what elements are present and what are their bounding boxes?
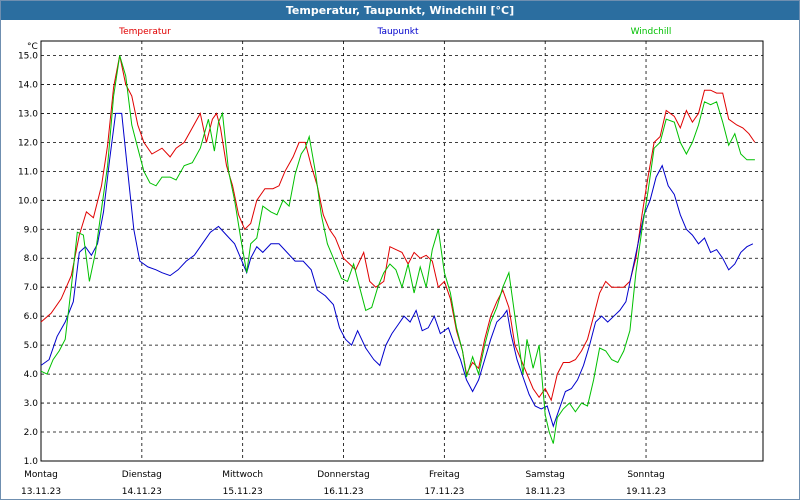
chart-window: Temperatur, Taupunkt, Windchill [°C] 1.0… xyxy=(0,0,800,500)
y-tick-label: 11.0 xyxy=(18,167,38,177)
plot-area xyxy=(40,40,764,462)
y-tick-label: 7.0 xyxy=(24,283,39,293)
legend-windchill: Windchill xyxy=(631,27,672,37)
x-tick-day: Freitag xyxy=(429,470,460,480)
x-tick-date: 19.11.23 xyxy=(626,487,666,497)
y-tick-label: 6.0 xyxy=(24,312,39,322)
y-tick-label: 15.0 xyxy=(18,51,38,61)
y-tick-label: 2.0 xyxy=(24,428,39,438)
y-tick-label: 3.0 xyxy=(24,399,39,409)
y-tick-label: 8.0 xyxy=(24,254,39,264)
x-tick-date: 14.11.23 xyxy=(122,487,162,497)
x-tick-date: 13.11.23 xyxy=(21,487,61,497)
x-axis-ticks: Montag 13.11.23 Dienstag 14.11.23 Mittwoch 15… xyxy=(21,470,666,497)
x-tick-date: 18.11.23 xyxy=(525,487,565,497)
x-tick-day: Mittwoch xyxy=(222,470,263,480)
y-axis-ticks: 1.0 2.0 3.0 4.0 5.0 6.0 7.0 8.0 9.0 10.0 11.0 12.0 1… xyxy=(18,51,38,467)
y-axis-label: °C xyxy=(27,42,38,52)
legend-taupunkt: Taupunkt xyxy=(376,27,419,37)
y-tick-label: 14.0 xyxy=(18,80,38,90)
y-tick-label: 10.0 xyxy=(18,196,38,206)
x-tick-day: Donnerstag xyxy=(317,470,370,480)
legend-temperatur: Temperatur xyxy=(118,27,171,37)
legend: Temperatur Taupunkt Windchill xyxy=(118,27,671,37)
y-tick-label: 9.0 xyxy=(24,225,39,235)
chart-plot: 1.0 2.0 3.0 4.0 5.0 6.0 7.0 8.0 9.0 10.0 11.0 12.0 1… xyxy=(18,27,764,497)
x-tick-day: Samstag xyxy=(525,470,564,480)
x-tick-date: 17.11.23 xyxy=(424,487,464,497)
y-tick-label: 12.0 xyxy=(18,138,38,148)
y-tick-label: 1.0 xyxy=(24,457,39,467)
x-tick-date: 16.11.23 xyxy=(323,487,363,497)
x-tick-day: Sonntag xyxy=(627,470,664,480)
x-tick-day: Dienstag xyxy=(122,470,162,480)
x-tick-date: 15.11.23 xyxy=(223,487,263,497)
y-tick-label: 5.0 xyxy=(24,341,39,351)
y-tick-label: 4.0 xyxy=(24,370,39,380)
y-tick-label: 13.0 xyxy=(18,109,38,119)
x-tick-day: Montag xyxy=(24,470,58,480)
